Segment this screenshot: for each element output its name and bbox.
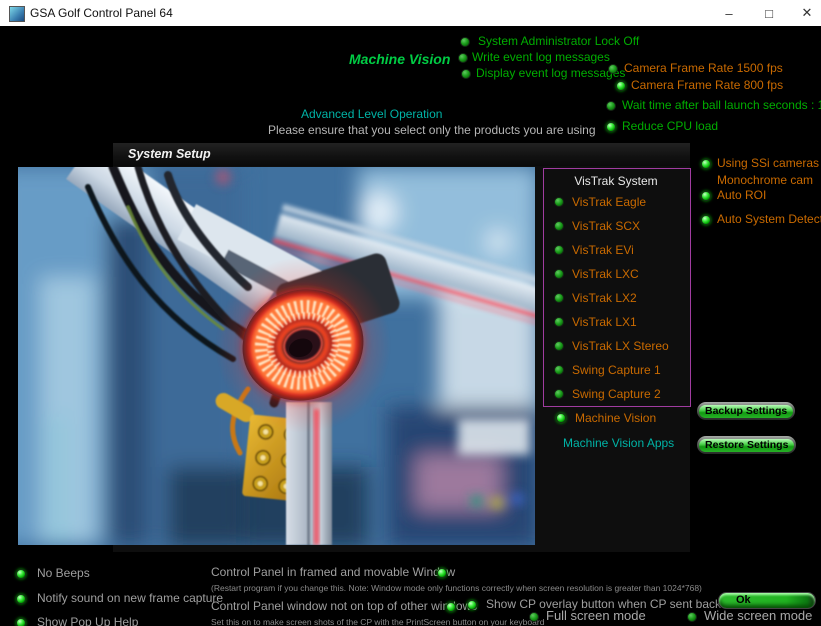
not-on-top-note: Set this on to make screen shots of the … [211,615,544,626]
no-beeps-led[interactable] [16,569,26,579]
framed-window-note: (Restart program if you change this. Not… [211,581,702,595]
wide-screen-label[interactable]: Wide screen mode [704,609,812,623]
machine-vision-apps-link[interactable]: Machine Vision Apps [563,436,674,450]
backup-settings-button[interactable]: Backup Settings [697,402,795,420]
vistrak-lxc-label[interactable]: VisTrak LXC [572,267,639,281]
vistrak-scx-led[interactable] [554,221,564,231]
vistrak-lx2-led[interactable] [554,293,564,303]
full-screen-label[interactable]: Full screen mode [546,609,646,623]
machine-vision-photo [18,167,535,545]
advanced-level-label: Advanced Level Operation [301,107,442,121]
reduce-cpu-led[interactable] [606,122,616,132]
wait-time-led[interactable] [606,101,616,111]
restore-settings-button[interactable]: Restore Settings [697,436,796,454]
vistrak-eagle-led[interactable] [554,197,564,207]
ok-button[interactable]: Ok [718,592,816,609]
vistrak-lx-stereo-label[interactable]: VisTrak LX Stereo [572,339,669,353]
swing-capture-1-label[interactable]: Swing Capture 1 [572,363,661,377]
frame-rate-1500-label[interactable]: Camera Frame Rate 1500 fps [624,61,783,75]
vistrak-lx1-led[interactable] [554,317,564,327]
close-button[interactable]: ✕ [790,0,821,26]
reduce-cpu-label[interactable]: Reduce CPU load [622,119,718,133]
vistrak-scx-label[interactable]: VisTrak SCX [572,219,640,233]
show-popup-help-led[interactable] [16,618,26,626]
using-ssi-label[interactable]: Using SSi cameras [717,156,819,170]
framed-window-led[interactable] [437,568,447,578]
sys-admin-lock-led[interactable] [460,37,470,47]
app-icon [9,6,25,22]
swing-capture-1-led[interactable] [554,365,564,375]
vistrak-evi-led[interactable] [554,245,564,255]
machine-vision-option-label[interactable]: Machine Vision [575,411,656,425]
vistrak-evi-label[interactable]: VisTrak EVi [572,243,634,257]
swing-capture-2-led[interactable] [554,389,564,399]
system-setup-header: System Setup [113,143,690,166]
notify-sound-led[interactable] [16,594,26,604]
maximize-button[interactable]: □ [752,0,786,26]
write-log-label[interactable]: Write event log messages [472,50,610,64]
display-log-led[interactable] [461,69,471,79]
auto-system-detect-label[interactable]: Auto System Detect [717,212,821,226]
minimize-button[interactable]: – [712,0,746,26]
vistrak-lxc-led[interactable] [554,269,564,279]
framed-window-label[interactable]: Control Panel in framed and movable Wind… [211,565,455,579]
system-setup-title: System Setup [128,147,211,161]
wait-time-label[interactable]: Wait time after ball launch seconds : 14 [622,98,821,112]
write-log-led[interactable] [458,53,468,63]
not-on-top-label[interactable]: Control Panel window not on top of other… [211,599,477,613]
frame-rate-1500-led[interactable] [608,64,618,74]
vistrak-eagle-label[interactable]: VisTrak Eagle [572,195,646,209]
auto-roi-label[interactable]: Auto ROI [717,188,766,202]
no-beeps-label[interactable]: No Beeps [37,566,90,580]
show-popup-help-label[interactable]: Show Pop Up Help [37,615,138,626]
sys-admin-lock-label[interactable]: System Administrator Lock Off [478,34,639,48]
frame-rate-800-led[interactable] [616,81,626,91]
swing-capture-2-label[interactable]: Swing Capture 2 [572,387,661,401]
display-log-label[interactable]: Display event log messages [476,66,625,80]
using-ssi-led[interactable] [701,159,711,169]
monochrome-cam-label[interactable]: Monochrome cam [717,173,813,187]
vistrak-lx1-label[interactable]: VisTrak LX1 [572,315,637,329]
frame-rate-800-label[interactable]: Camera Frame Rate 800 fps [631,78,783,92]
auto-system-detect-led[interactable] [701,215,711,225]
vistrak-lx2-label[interactable]: VisTrak LX2 [572,291,637,305]
window-title: GSA Golf Control Panel 64 [30,6,173,20]
cp-overlay-led[interactable] [467,600,477,610]
notify-sound-label[interactable]: Notify sound on new frame capture [37,591,223,605]
auto-roi-led[interactable] [701,191,711,201]
full-screen-led[interactable] [529,612,539,622]
machine-vision-heading: Machine Vision [349,52,450,66]
app-window: GSA Golf Control Panel 64 – □ ✕ Machine … [0,0,821,626]
machine-vision-led[interactable] [556,413,566,423]
title-bar: GSA Golf Control Panel 64 – □ ✕ [0,0,821,27]
wide-screen-led[interactable] [687,612,697,622]
vistrak-lx-stereo-led[interactable] [554,341,564,351]
not-on-top-led[interactable] [446,602,456,612]
vistrak-box-title: VisTrak System [543,174,689,188]
products-note: Please ensure that you select only the p… [268,123,596,137]
